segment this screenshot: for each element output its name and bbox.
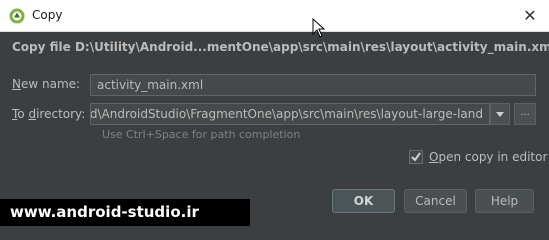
title-bar: Copy ✕: [0, 0, 549, 32]
copy-file-header: Copy file D:\Utility\Android...mentOne\a…: [12, 40, 549, 54]
new-name-input[interactable]: activity_main.xml: [90, 74, 536, 96]
new-name-label: New name:: [12, 77, 81, 91]
directory-dropdown-button[interactable]: [490, 103, 510, 125]
close-icon[interactable]: ✕: [519, 6, 541, 26]
ok-button[interactable]: OK: [332, 189, 395, 213]
window-title: Copy: [32, 8, 63, 22]
open-copy-label[interactable]: Open copy in editor: [429, 150, 547, 164]
path-completion-hint: Use Ctrl+Space for path completion: [102, 128, 301, 141]
mouse-cursor-icon: [312, 17, 326, 38]
chevron-down-icon: [496, 112, 504, 117]
to-directory-input[interactable]: C:\Users\Android\AndroidStudio\FragmentO…: [90, 103, 490, 125]
open-copy-checkbox[interactable]: [409, 150, 423, 164]
help-button[interactable]: Help: [475, 189, 534, 213]
cancel-button[interactable]: Cancel: [404, 189, 467, 213]
checkmark-icon: [411, 152, 421, 162]
browse-button[interactable]: ...: [514, 103, 536, 125]
watermark-banner: www.android-studio.ir: [0, 199, 250, 226]
android-studio-icon: [9, 8, 25, 24]
to-directory-label: To directory:: [12, 107, 86, 121]
